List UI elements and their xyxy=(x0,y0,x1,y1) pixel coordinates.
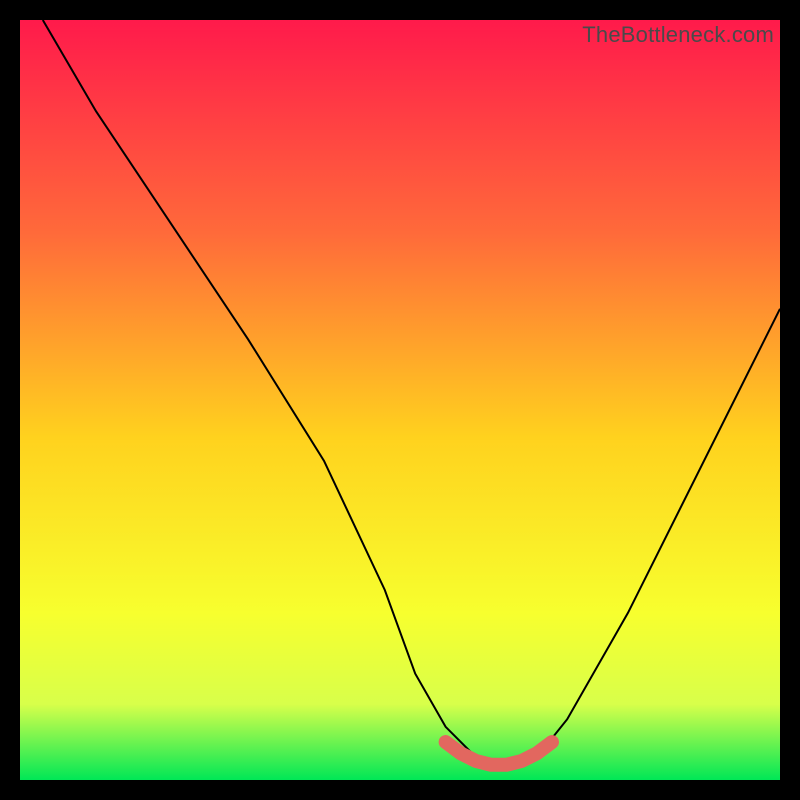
gradient-background xyxy=(20,20,780,780)
bottleneck-chart xyxy=(20,20,780,780)
watermark-text: TheBottleneck.com xyxy=(582,22,774,48)
chart-frame: TheBottleneck.com xyxy=(20,20,780,780)
